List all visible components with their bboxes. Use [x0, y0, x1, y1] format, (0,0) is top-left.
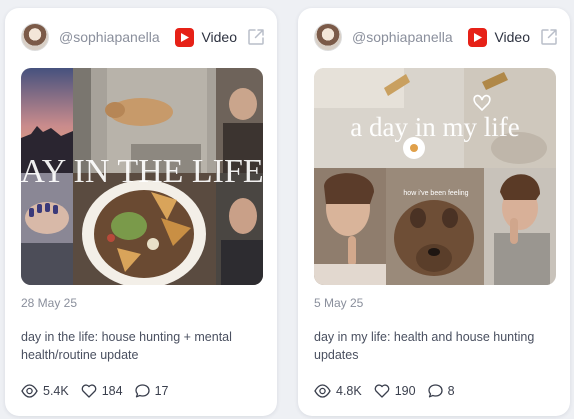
platform-label: Video	[201, 29, 237, 45]
thumbnail-overlay-text: AY IN THE LIFE	[21, 153, 263, 190]
eye-icon	[21, 384, 38, 398]
post-date: 5 May 25	[314, 296, 364, 310]
views-count: 5.4K	[43, 384, 69, 398]
views-stat: 5.4K	[21, 384, 69, 398]
comment-icon	[134, 384, 150, 398]
likes-count: 184	[101, 384, 123, 398]
post-card[interactable]: @sophiapanella Video AY IN THE LIFE 28 M…	[5, 8, 277, 416]
engagement-stats: 4.8K 190 8	[314, 384, 467, 398]
card-header: @sophiapanella Video	[314, 22, 558, 52]
avatar[interactable]	[314, 23, 342, 51]
external-link-icon[interactable]	[247, 28, 265, 46]
video-thumbnail[interactable]: a day in my life how i've been feeling	[314, 68, 556, 285]
comments-stat: 8	[427, 384, 455, 398]
author-handle[interactable]: @sophiapanella	[352, 29, 453, 45]
views-count: 4.8K	[336, 384, 362, 398]
engagement-stats: 5.4K 184 17	[21, 384, 180, 398]
likes-stat: 190	[374, 384, 416, 398]
author-handle[interactable]: @sophiapanella	[59, 29, 160, 45]
comment-icon	[427, 384, 443, 398]
platform-badge: Video	[468, 27, 530, 47]
post-title[interactable]: day in my life: health and house hunting…	[314, 328, 554, 364]
card-header: @sophiapanella Video	[21, 22, 265, 52]
likes-stat: 184	[81, 384, 123, 398]
platform-label: Video	[494, 29, 530, 45]
comments-count: 17	[154, 384, 169, 398]
youtube-icon	[175, 27, 195, 47]
heart-icon	[81, 384, 97, 398]
post-date: 28 May 25	[21, 296, 78, 310]
views-stat: 4.8K	[314, 384, 362, 398]
post-title[interactable]: day in the life: house hunting + mental …	[21, 328, 261, 364]
likes-count: 190	[394, 384, 416, 398]
comments-count: 8	[447, 384, 455, 398]
comments-stat: 17	[134, 384, 169, 398]
youtube-icon	[468, 27, 488, 47]
thumbnail-overlay-text: a day in my life	[350, 112, 519, 142]
avatar[interactable]	[21, 23, 49, 51]
thumbnail-caption: how i've been feeling	[403, 190, 468, 197]
post-card[interactable]: @sophiapanella Video a day in my life ho…	[298, 8, 570, 416]
heart-icon	[374, 384, 390, 398]
external-link-icon[interactable]	[540, 28, 558, 46]
platform-badge: Video	[175, 27, 237, 47]
eye-icon	[314, 384, 331, 398]
video-thumbnail[interactable]: AY IN THE LIFE	[21, 68, 263, 285]
